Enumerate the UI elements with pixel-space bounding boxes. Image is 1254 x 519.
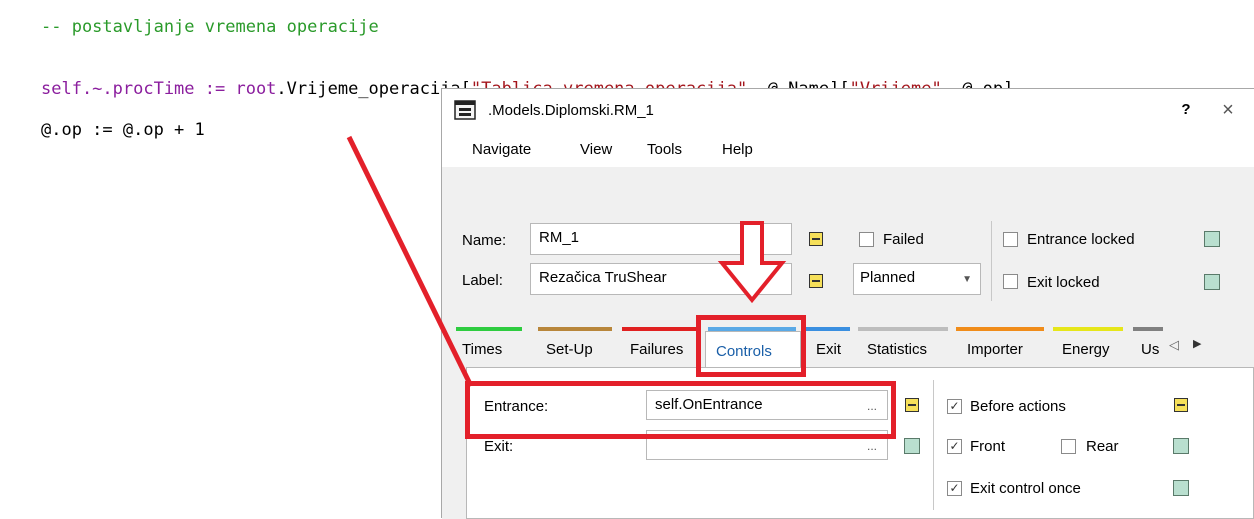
down-arrow-icon — [717, 221, 787, 304]
annotation-overlay — [346, 135, 787, 388]
annotation-pointer-line — [346, 135, 474, 388]
